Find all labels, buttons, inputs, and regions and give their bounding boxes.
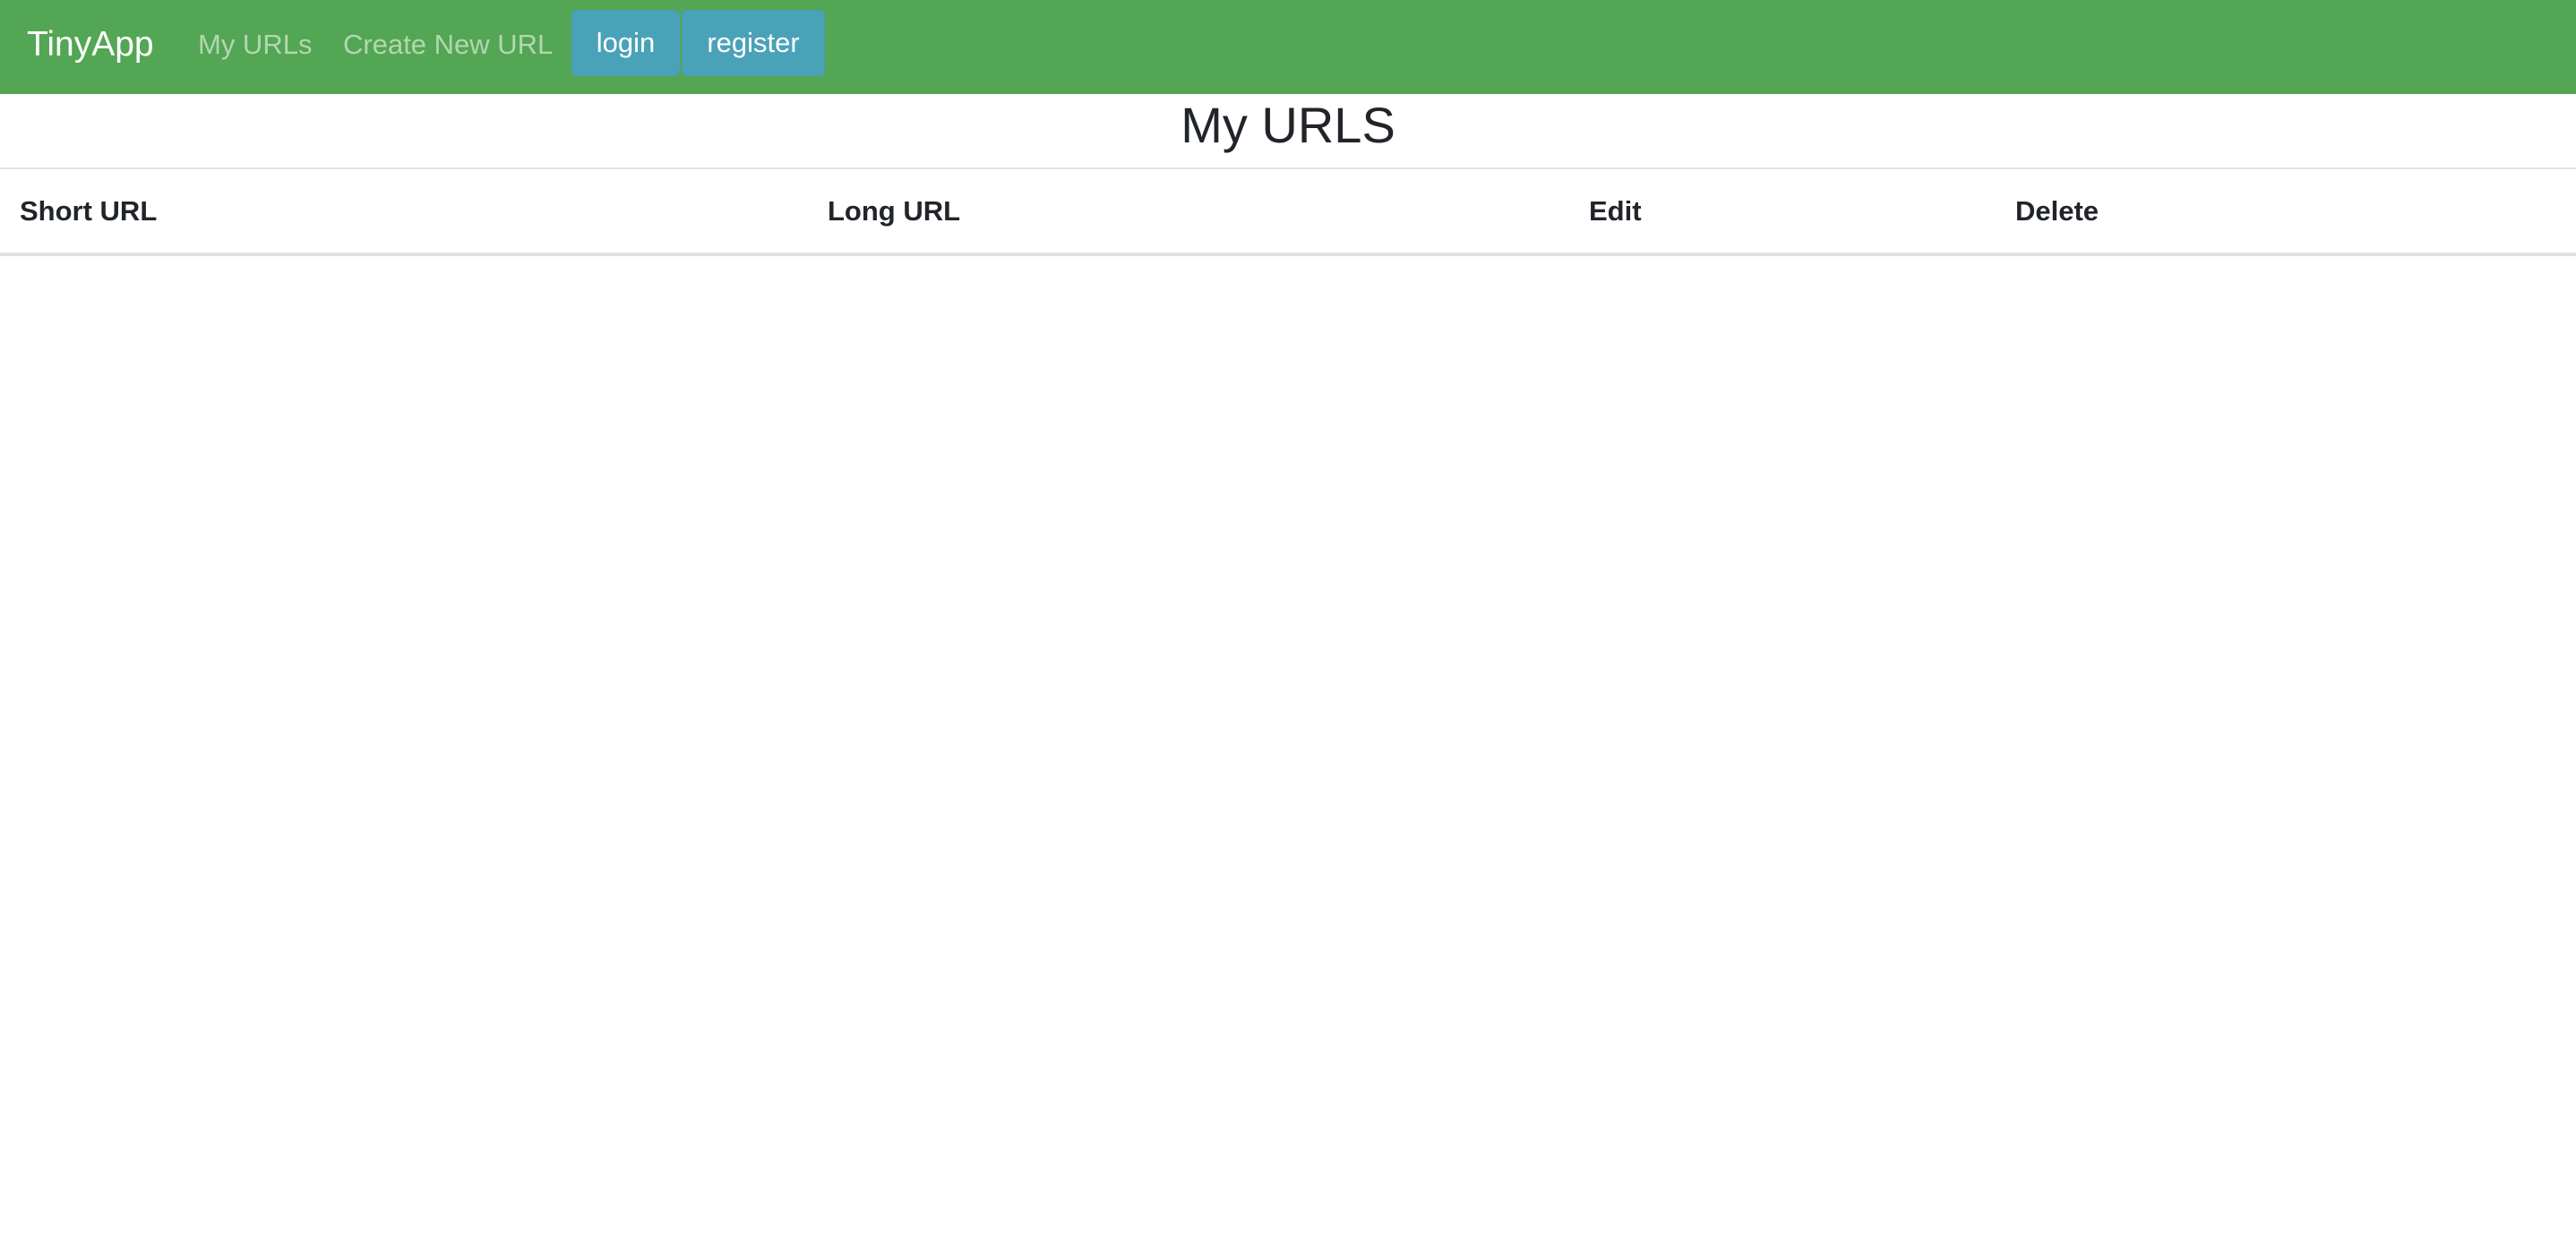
nav-my-urls-link[interactable]: My URLs	[198, 27, 312, 63]
page-title: My URLS	[1181, 97, 1395, 153]
delete-column-header: Delete	[2015, 194, 2099, 227]
urls-table-header: Short URL Long URL Edit Delete	[0, 168, 2576, 254]
nav-create-new-url-link[interactable]: Create New URL	[343, 27, 553, 63]
table-header-row: Short URL Long URL Edit Delete	[0, 168, 2576, 254]
short-url-column-header: Short URL	[20, 194, 158, 227]
login-button[interactable]: login	[571, 10, 680, 76]
register-button[interactable]: register	[682, 10, 825, 76]
brand-link[interactable]: TinyApp	[27, 23, 154, 66]
edit-column-header: Edit	[1589, 194, 1642, 227]
urls-table-container: Short URL Long URL Edit Delete	[0, 167, 2576, 256]
top-navbar: TinyApp My URLs Create New URL login reg…	[0, 0, 2576, 94]
urls-table: Short URL Long URL Edit Delete	[0, 167, 2576, 256]
long-url-column-header: Long URL	[828, 194, 961, 227]
